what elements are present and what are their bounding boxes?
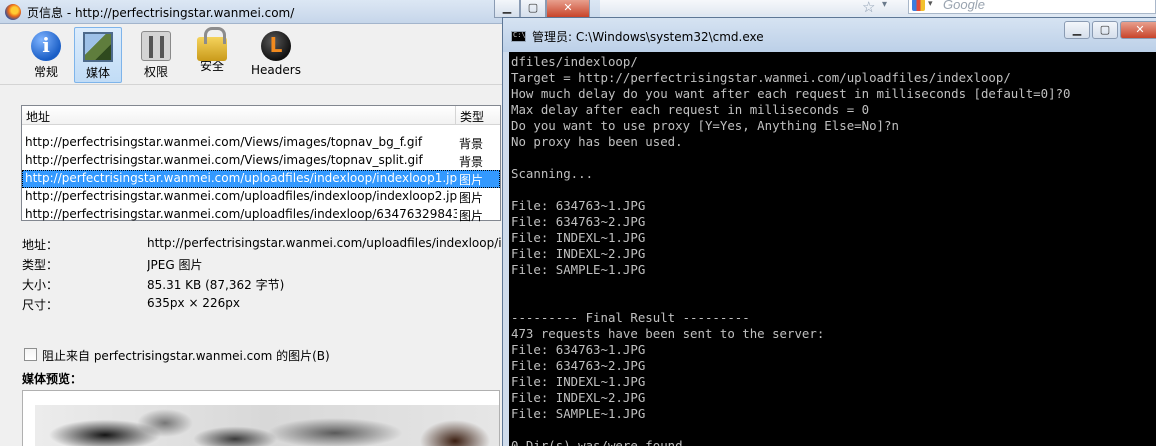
search-engine-dropdown-icon[interactable]: ▾ bbox=[928, 0, 933, 9]
console-line: How much delay do you want after each re… bbox=[511, 86, 1071, 101]
list-row-selected[interactable]: http://perfectrisingstar.wanmei.com/uplo… bbox=[22, 170, 500, 188]
maximize-button[interactable]: ▢ bbox=[1092, 21, 1118, 39]
cmd-window: 管理员: C:\Windows\system32\cmd.exe ▁ ▢ ✕ d… bbox=[502, 17, 1156, 446]
detail-key: 类型： bbox=[22, 258, 59, 272]
row-type: 图片 bbox=[459, 173, 484, 187]
close-button[interactable]: ✕ bbox=[1120, 21, 1156, 39]
console-line: Do you want to use proxy [Y=Yes, Anythin… bbox=[511, 118, 899, 133]
detail-value[interactable]: 635px × 226px bbox=[147, 296, 507, 310]
row-address: http://perfectrisingstar.wanmei.com/View… bbox=[25, 135, 423, 149]
console-line: 473 requests have been sent to the serve… bbox=[511, 326, 825, 341]
lock-icon bbox=[197, 27, 227, 61]
media-preview bbox=[22, 390, 500, 446]
list-row[interactable]: http://perfectrisingstar.wanmei.com/uplo… bbox=[22, 188, 500, 206]
row-type: 图片 bbox=[459, 191, 484, 205]
media-list[interactable]: 地址 类型 http://perfectrisingstar.wanmei.co… bbox=[21, 105, 501, 224]
detail-value[interactable]: 85.31 KB (87,362 字节) bbox=[147, 276, 507, 293]
column-header-type[interactable]: 类型 bbox=[455, 106, 500, 125]
tab-label: 媒体 bbox=[85, 66, 110, 80]
tab-security[interactable]: 安全 bbox=[188, 27, 236, 83]
detail-value[interactable]: JPEG 图片 bbox=[147, 256, 507, 273]
minimize-button[interactable]: ▁ bbox=[494, 0, 520, 18]
row-address: http://perfectrisingstar.wanmei.com/View… bbox=[25, 153, 423, 167]
headers-icon bbox=[261, 31, 291, 61]
list-header: 地址 类型 bbox=[22, 106, 500, 125]
console-line: File: SAMPLE~1.JPG bbox=[511, 262, 646, 277]
window-controls: ▁ ▢ ✕ bbox=[494, 0, 590, 18]
row-type: 图片 bbox=[459, 209, 484, 223]
detail-value[interactable]: http://perfectrisingstar.wanmei.com/uplo… bbox=[147, 236, 507, 250]
info-icon bbox=[31, 31, 61, 61]
console-line: 0 Dir(s) was/were found bbox=[511, 438, 683, 446]
tab-permissions[interactable]: 权限 bbox=[132, 27, 180, 83]
console-line: Scanning... bbox=[511, 166, 594, 181]
row-address: http://perfectrisingstar.wanmei.com/uplo… bbox=[25, 171, 457, 185]
tab-media[interactable]: 媒体 bbox=[74, 27, 122, 83]
close-button[interactable]: ✕ bbox=[546, 0, 590, 18]
tab-label: 常规 bbox=[33, 65, 58, 79]
row-type: 背景 bbox=[459, 137, 484, 151]
console-output[interactable]: dfiles/indexloop/Target = http://perfect… bbox=[509, 52, 1156, 446]
console-line: File: INDEXL~1.JPG bbox=[511, 230, 646, 245]
console-line: File: 634763~2.JPG bbox=[511, 214, 646, 229]
console-line: No proxy has been used. bbox=[511, 134, 683, 149]
console-line: Max delay after each request in millisec… bbox=[511, 102, 870, 117]
console-line: Target = http://perfectrisingstar.wanmei… bbox=[511, 70, 1011, 85]
search-box[interactable]: ▾ Google bbox=[908, 0, 1156, 14]
console-line: File: INDEXL~1.JPG bbox=[511, 374, 646, 389]
list-row[interactable]: http://perfectrisingstar.wanmei.com/View… bbox=[22, 152, 500, 170]
maximize-button[interactable]: ▢ bbox=[520, 0, 546, 18]
firefox-icon bbox=[5, 4, 21, 20]
cmd-window-controls: ▁ ▢ ✕ bbox=[1064, 21, 1156, 39]
column-header-address[interactable]: 地址 bbox=[26, 108, 50, 125]
detail-key: 尺寸： bbox=[22, 298, 59, 312]
detail-key: 地址： bbox=[22, 238, 59, 252]
search-placeholder[interactable]: Google bbox=[943, 0, 985, 12]
cmd-title: 管理员: C:\Windows\system32\cmd.exe bbox=[532, 30, 764, 44]
console-line: dfiles/indexloop/ bbox=[511, 54, 638, 69]
list-row[interactable]: http://perfectrisingstar.wanmei.com/View… bbox=[22, 134, 500, 152]
cmd-titlebar[interactable]: 管理员: C:\Windows\system32\cmd.exe ▁ ▢ ✕ bbox=[503, 18, 1156, 52]
permissions-icon bbox=[141, 31, 171, 61]
tab-headers[interactable]: Headers bbox=[248, 27, 304, 83]
console-line: File: INDEXL~2.JPG bbox=[511, 246, 646, 261]
checkbox-box[interactable] bbox=[24, 348, 37, 361]
cmd-icon bbox=[511, 31, 526, 42]
tab-label: Headers bbox=[251, 63, 301, 77]
console-line: File: 634763~2.JPG bbox=[511, 358, 646, 373]
media-icon bbox=[83, 32, 113, 62]
google-icon[interactable] bbox=[912, 0, 925, 11]
tab-general[interactable]: 常规 bbox=[22, 27, 70, 83]
media-preview-title: 媒体预览： bbox=[22, 372, 83, 386]
row-address: http://perfectrisingstar.wanmei.com/uplo… bbox=[25, 207, 457, 221]
background-browser-toolbar: ☆ ▾ ▾ Google bbox=[590, 0, 1156, 16]
console-line: File: 634763~1.JPG bbox=[511, 198, 646, 213]
chevron-down-icon[interactable]: ▾ bbox=[882, 0, 887, 10]
detail-key: 大小： bbox=[22, 278, 59, 292]
console-line: File: 634763~1.JPG bbox=[511, 342, 646, 357]
console-line: File: SAMPLE~1.JPG bbox=[511, 406, 646, 421]
window-title: 页信息 - http://perfectrisingstar.wanmei.co… bbox=[27, 6, 295, 20]
minimize-button[interactable]: ▁ bbox=[1064, 21, 1090, 39]
row-type: 背景 bbox=[459, 155, 484, 169]
checkbox-label[interactable]: 阻止来自 perfectrisingstar.wanmei.com 的图片(B) bbox=[42, 347, 330, 364]
list-row[interactable]: http://perfectrisingstar.wanmei.com/uplo… bbox=[22, 206, 500, 224]
row-address: http://perfectrisingstar.wanmei.com/uplo… bbox=[25, 189, 457, 203]
preview-image bbox=[35, 405, 499, 446]
bookmark-star-icon[interactable]: ☆ bbox=[862, 0, 875, 16]
tab-label: 权限 bbox=[143, 65, 168, 79]
console-line: --------- Final Result --------- bbox=[511, 310, 750, 325]
console-line: File: INDEXL~2.JPG bbox=[511, 390, 646, 405]
